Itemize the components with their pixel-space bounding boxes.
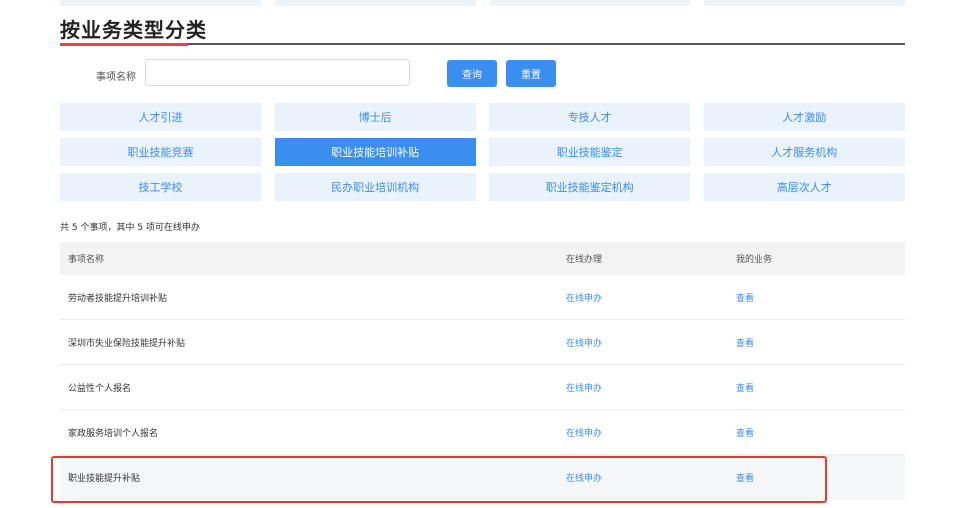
apply-online-link[interactable]: 在线申办	[566, 429, 602, 439]
category-jineng-peixun-butie[interactable]: 职业技能培训补贴	[274, 138, 476, 166]
table-row: 职业技能提升补贴 在线申办 查看	[60, 455, 905, 500]
apply-online-link[interactable]: 在线申办	[566, 384, 602, 394]
category-jineng-jingsai[interactable]: 职业技能竞赛	[60, 138, 261, 166]
category-boshihou[interactable]: 博士后	[274, 103, 476, 131]
table-row: 劳动者技能提升培训补贴 在线申办 查看	[60, 275, 905, 320]
item-name: 家政服务培训个人报名	[68, 428, 159, 439]
category-rencai-yinjin[interactable]: 人才引进	[60, 103, 261, 131]
item-name: 劳动者技能提升培训补贴	[68, 293, 168, 304]
view-link[interactable]: 查看	[736, 294, 754, 304]
category-zhuanji-rencai[interactable]: 专技人才	[489, 103, 691, 131]
reset-button[interactable]: 重置	[506, 60, 556, 87]
search-label: 事项名称	[96, 72, 136, 83]
category-gaocengci-rencai[interactable]: 高层次人才	[703, 173, 905, 201]
result-count: 共 5 个事项，其中 5 项可在线申办	[60, 223, 200, 233]
category-minban-peixun-jigou[interactable]: 民办职业培训机构	[274, 173, 476, 201]
search-input[interactable]	[145, 59, 410, 86]
view-link[interactable]: 查看	[736, 384, 754, 394]
header-online: 在线办理	[566, 255, 603, 265]
item-name: 深圳市失业保险技能提升补贴	[68, 338, 186, 349]
category-rencai-fuwu-jigou[interactable]: 人才服务机构	[703, 138, 905, 166]
previous-section-strip	[60, 0, 905, 6]
table-row: 深圳市失业保险技能提升补贴 在线申办 查看	[60, 320, 905, 365]
section-title: 按业务类型分类	[60, 18, 207, 42]
category-grid: 人才引进 博士后 专技人才 人才激励 职业技能竞赛 职业技能培训补贴 职业技能鉴…	[60, 103, 905, 201]
apply-online-link[interactable]: 在线申办	[566, 294, 602, 304]
table-header: 事项名称 在线办理 我的业务	[60, 242, 905, 275]
apply-online-link[interactable]: 在线申办	[566, 474, 602, 484]
table-row: 公益性个人报名 在线申办 查看	[60, 365, 905, 410]
view-link[interactable]: 查看	[736, 474, 754, 484]
item-name: 职业技能提升补贴	[68, 474, 141, 484]
item-name: 公益性个人报名	[68, 383, 132, 394]
table-row: 家政服务培训个人报名 在线申办 查看	[60, 410, 905, 455]
view-link[interactable]: 查看	[736, 339, 754, 349]
items-table: 事项名称 在线办理 我的业务 劳动者技能提升培训补贴 在线申办 查看 深圳市失业…	[60, 242, 905, 500]
category-jigong-xuexiao[interactable]: 技工学校	[60, 173, 261, 201]
header-my-business: 我的业务	[736, 255, 773, 265]
apply-online-link[interactable]: 在线申办	[566, 339, 602, 349]
category-rencai-jili[interactable]: 人才激励	[703, 103, 905, 131]
category-jineng-jianding[interactable]: 职业技能鉴定	[489, 138, 691, 166]
header-item-name: 事项名称	[68, 255, 105, 265]
category-jianding-jigou[interactable]: 职业技能鉴定机构	[489, 173, 691, 201]
view-link[interactable]: 查看	[736, 429, 754, 439]
query-button[interactable]: 查询	[447, 60, 497, 87]
title-accent-bar	[60, 43, 188, 46]
